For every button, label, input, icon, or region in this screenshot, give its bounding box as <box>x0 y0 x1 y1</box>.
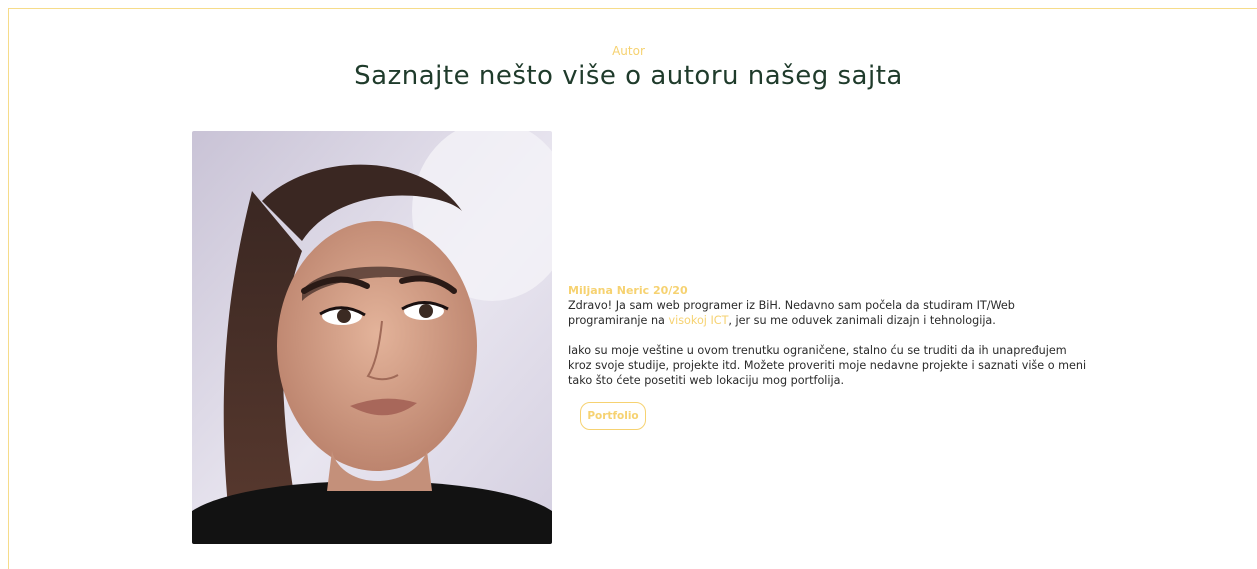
bio-intro-text-end: , jer su me oduvek zanimali dizajn i teh… <box>728 314 996 327</box>
portfolio-button[interactable]: Portfolio <box>580 402 646 430</box>
bio-paragraph-2: Iako su moje veštine u ovom trenutku ogr… <box>568 344 1087 387</box>
bio-paragraph-1: Zdravo! Ja sam web programer iz BiH. Ned… <box>568 298 1088 328</box>
visokoj-ict-link[interactable]: visokoj ICT <box>668 314 728 327</box>
author-bio: Miljana Neric 20/20 Zdravo! Ja sam web p… <box>568 283 1088 388</box>
section-title: Saznajte nešto više o autoru našeg sajta <box>354 61 903 91</box>
author-photo <box>192 131 552 544</box>
author-name: Miljana Neric 20/20 <box>568 284 688 297</box>
section-eyebrow: Autor <box>612 44 645 58</box>
